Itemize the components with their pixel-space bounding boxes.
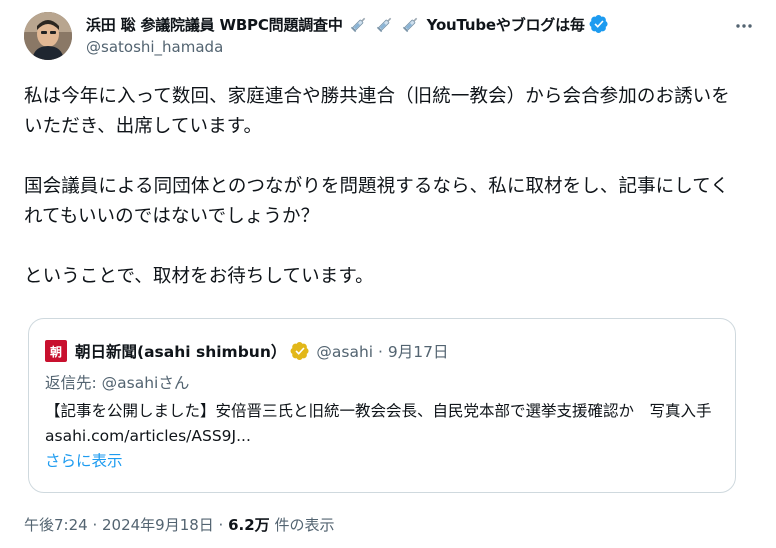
- tweet-paragraph: 私は今年に入って数回、家庭連合や勝共連合（旧統一教会）から会合参加のお誘いをいた…: [24, 86, 730, 137]
- tweet-meta: 午後7:24 · 2024年9月18日 · 6.2万 件の表示: [24, 514, 334, 535]
- verified-gold-icon: [290, 341, 310, 361]
- author-handle[interactable]: @satoshi_hamada: [86, 38, 736, 58]
- quoted-tweet[interactable]: 朝 朝日新聞(asahi shimbun） @asahi · 9月17日 返信先…: [28, 318, 736, 493]
- tweet-timestamp[interactable]: 午後7:24 · 2024年9月18日 ·: [24, 516, 228, 534]
- reply-to-line: 返信先: @asahiさん: [45, 371, 189, 393]
- asahi-logo-icon: 朝: [45, 340, 67, 362]
- quoted-tweet-text: 【記事を公開しました】安倍晋三氏と旧統一教会会長、自民党本部で選挙支援確認か 写…: [45, 402, 712, 445]
- reply-prefix: 返信先:: [45, 374, 102, 392]
- author-display-name[interactable]: 浜田 聡 参議院議員 WBPC問題調査中: [86, 14, 343, 35]
- views-label: 件の表示: [269, 516, 335, 534]
- reply-mention[interactable]: @asahiさん: [102, 374, 190, 392]
- tweet-text: 私は今年に入って数回、家庭連合や勝共連合（旧統一教会）から会合参加のお誘いをいた…: [24, 82, 744, 292]
- quoted-tweet-header: 朝 朝日新聞(asahi shimbun） @asahi · 9月17日: [45, 339, 448, 363]
- view-count: 6.2万: [228, 516, 270, 534]
- show-more-link[interactable]: さらに表示: [45, 449, 123, 471]
- syringe-icon: [349, 14, 369, 34]
- tweet: 浜田 聡 参議院議員 WBPC問題調査中 YouTubeやブログは毎 @sato…: [0, 0, 776, 548]
- more-icon[interactable]: [732, 14, 756, 38]
- syringe-icon: [401, 14, 421, 34]
- syringe-icon: [375, 14, 395, 34]
- tweet-paragraph: ということで、取材をお待ちしています。: [24, 266, 374, 287]
- avatar[interactable]: [24, 12, 72, 60]
- name-row: 浜田 聡 参議院議員 WBPC問題調査中 YouTubeやブログは毎: [86, 13, 736, 35]
- quoted-author-name[interactable]: 朝日新聞(asahi shimbun）: [75, 340, 286, 362]
- tweet-paragraph: 国会議員による同団体とのつながりを問題視するなら、私に取材をし、記事にしてくれて…: [24, 176, 729, 227]
- author-name-suffix[interactable]: YouTubeやブログは毎: [427, 14, 585, 35]
- author-block: 浜田 聡 参議院議員 WBPC問題調査中 YouTubeやブログは毎 @sato…: [86, 13, 736, 59]
- quoted-handle-date: @asahi · 9月17日: [316, 343, 449, 361]
- verified-icon: [589, 14, 609, 34]
